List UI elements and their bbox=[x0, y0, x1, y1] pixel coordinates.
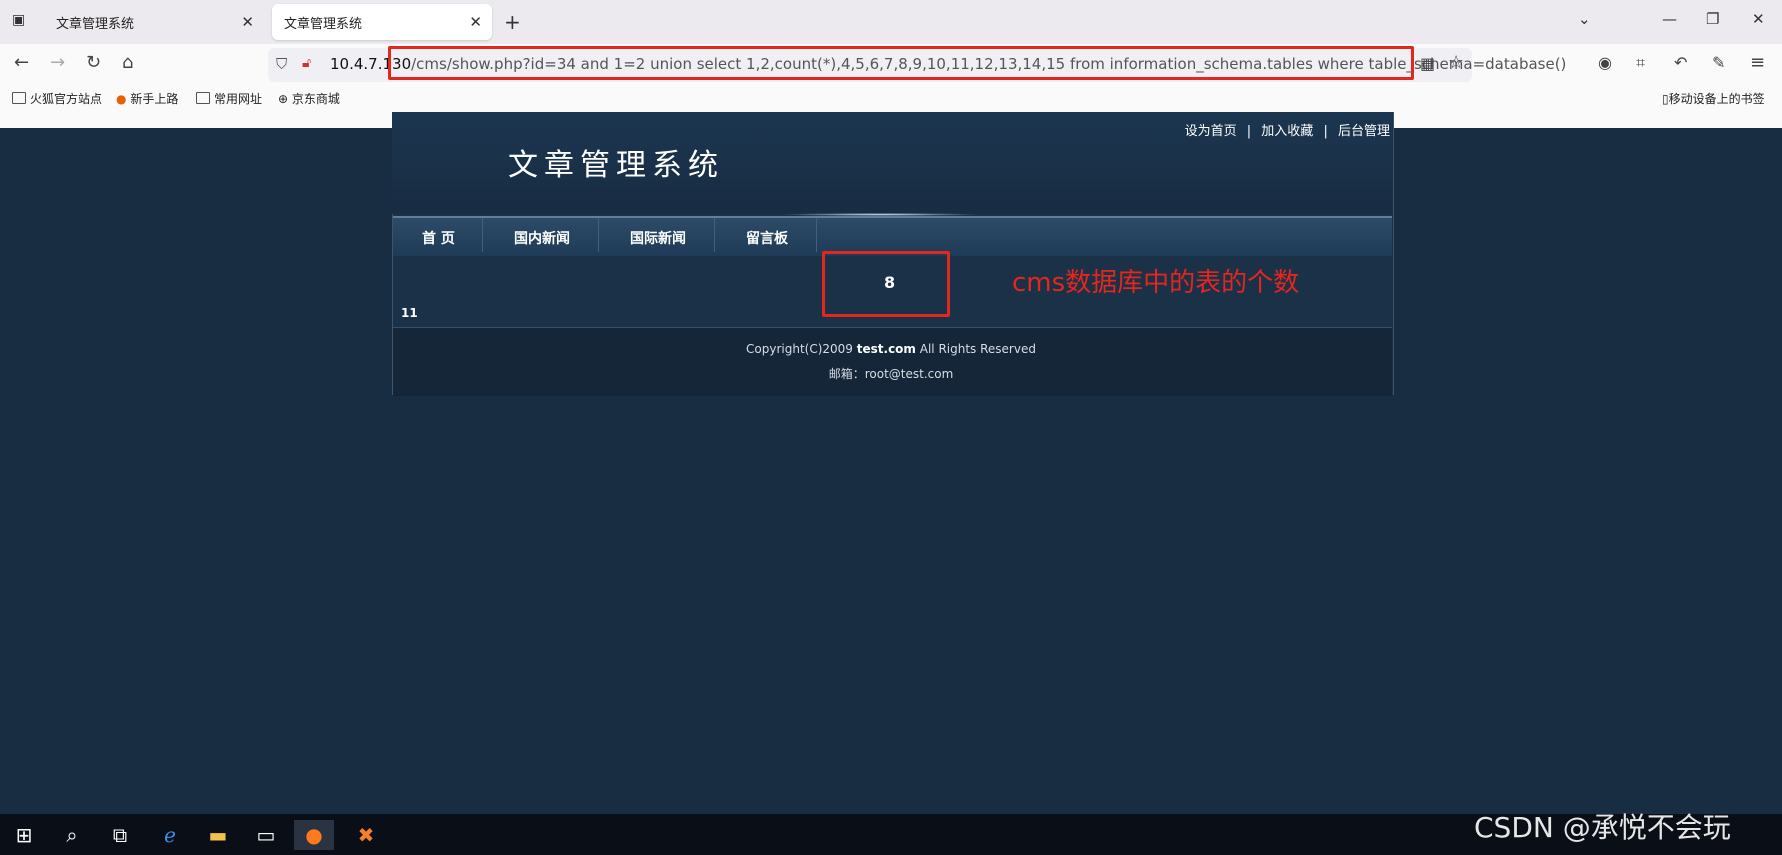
close-icon[interactable]: ✕ bbox=[241, 13, 254, 31]
reload-icon[interactable]: ↻ bbox=[86, 52, 101, 73]
nav-domestic-news[interactable]: 国内新闻 bbox=[514, 228, 570, 248]
undo-icon[interactable]: ↶ bbox=[1674, 53, 1687, 72]
tab-active[interactable]: 文章管理系统 ✕ bbox=[272, 4, 492, 40]
folder-icon bbox=[12, 92, 26, 104]
window-close-icon[interactable]: ✕ bbox=[1752, 10, 1765, 28]
xampp-icon[interactable]: ✖ bbox=[346, 820, 386, 850]
footer-email: 邮箱：root@test.com bbox=[828, 367, 954, 381]
tab-label: 文章管理系统 bbox=[284, 16, 363, 32]
file-explorer-icon[interactable]: ▬ bbox=[198, 820, 238, 850]
restore-icon[interactable]: ❐ bbox=[1706, 10, 1719, 28]
account-icon[interactable]: ◉ bbox=[1598, 53, 1612, 72]
tab-overview-icon[interactable]: ▣ bbox=[12, 12, 25, 28]
copyright-domain: test.com bbox=[856, 342, 916, 356]
nav-divider bbox=[714, 218, 715, 252]
nav-divider bbox=[816, 218, 817, 252]
tab-bar bbox=[0, 0, 1782, 44]
bookmark-item[interactable]: 常用网址 bbox=[196, 90, 262, 107]
insecure-lock-icon[interactable]: 🔓︎ bbox=[302, 55, 311, 71]
back-icon[interactable]: ← bbox=[14, 52, 29, 73]
phone-icon: ▯ bbox=[1662, 92, 1669, 106]
top-links: 设为首页 | 加入收藏 | 后台管理 bbox=[1184, 124, 1390, 139]
add-favorite-link[interactable]: 加入收藏 bbox=[1261, 124, 1313, 139]
nav-divider bbox=[598, 218, 599, 252]
home-icon[interactable]: ⌂ bbox=[122, 52, 133, 73]
watermark-text: CSDN @承悦不会玩 bbox=[1474, 811, 1731, 844]
site-logo: 文章管理系统 bbox=[508, 148, 724, 183]
nav-home[interactable]: 首 页 bbox=[422, 228, 455, 248]
nav-international-news[interactable]: 国际新闻 bbox=[630, 228, 686, 248]
task-view-icon[interactable]: ⧉ bbox=[100, 820, 140, 850]
ie-browser-icon[interactable]: ℯ bbox=[150, 820, 190, 850]
admin-link[interactable]: 后台管理 bbox=[1338, 124, 1390, 139]
bookmark-item[interactable]: ⊕ 京东商城 bbox=[278, 90, 340, 107]
firefox-taskbar-icon[interactable]: ● bbox=[294, 820, 334, 850]
search-icon[interactable]: ⌕ bbox=[52, 820, 92, 850]
menu-icon[interactable]: ≡ bbox=[1750, 52, 1765, 73]
globe-icon: ⊕ bbox=[278, 92, 289, 106]
close-icon[interactable]: ✕ bbox=[469, 13, 482, 31]
tab-inactive[interactable]: 文章管理系统 ✕ bbox=[44, 4, 264, 40]
screenshot-icon[interactable]: ⌗ bbox=[1636, 53, 1645, 73]
set-homepage-link[interactable]: 设为首页 bbox=[1185, 124, 1237, 139]
nav-divider bbox=[482, 218, 483, 252]
firefox-icon: ● bbox=[116, 92, 127, 106]
tab-list-icon[interactable]: ⌄ bbox=[1578, 10, 1591, 28]
mobile-bookmarks[interactable]: ▯移动设备上的书签 bbox=[1662, 90, 1765, 107]
bookmark-item[interactable]: ● 新手上路 bbox=[116, 90, 178, 107]
extensions-icon[interactable]: ✎ bbox=[1712, 53, 1725, 72]
content-small-value: 11 bbox=[401, 306, 418, 320]
annotation-text: cms数据库中的表的个数 bbox=[1012, 268, 1300, 298]
tab-label: 文章管理系统 bbox=[56, 16, 135, 32]
forward-icon[interactable]: → bbox=[50, 52, 65, 73]
nav-glow bbox=[780, 213, 980, 216]
terminal-icon[interactable]: ▭ bbox=[246, 820, 286, 850]
folder-icon bbox=[196, 92, 210, 104]
nav-guestbook[interactable]: 留言板 bbox=[746, 228, 788, 248]
minimize-icon[interactable]: — bbox=[1662, 10, 1677, 28]
windows-start-icon[interactable]: ⊞ bbox=[4, 820, 44, 850]
bookmark-star-icon[interactable]: ☆ bbox=[1448, 52, 1464, 73]
copyright-text: Copyright(C)2009 test.com All Rights Res… bbox=[746, 342, 1036, 356]
result-highlight-box bbox=[822, 251, 950, 317]
shield-icon[interactable]: ⛉ bbox=[276, 55, 287, 73]
new-tab-icon[interactable]: + bbox=[504, 10, 521, 34]
url-highlight-box bbox=[388, 46, 1414, 80]
qr-code-icon[interactable]: ▦ bbox=[1420, 54, 1435, 73]
site-footer bbox=[393, 327, 1392, 396]
bookmark-item[interactable]: 火狐官方站点 bbox=[12, 90, 102, 107]
